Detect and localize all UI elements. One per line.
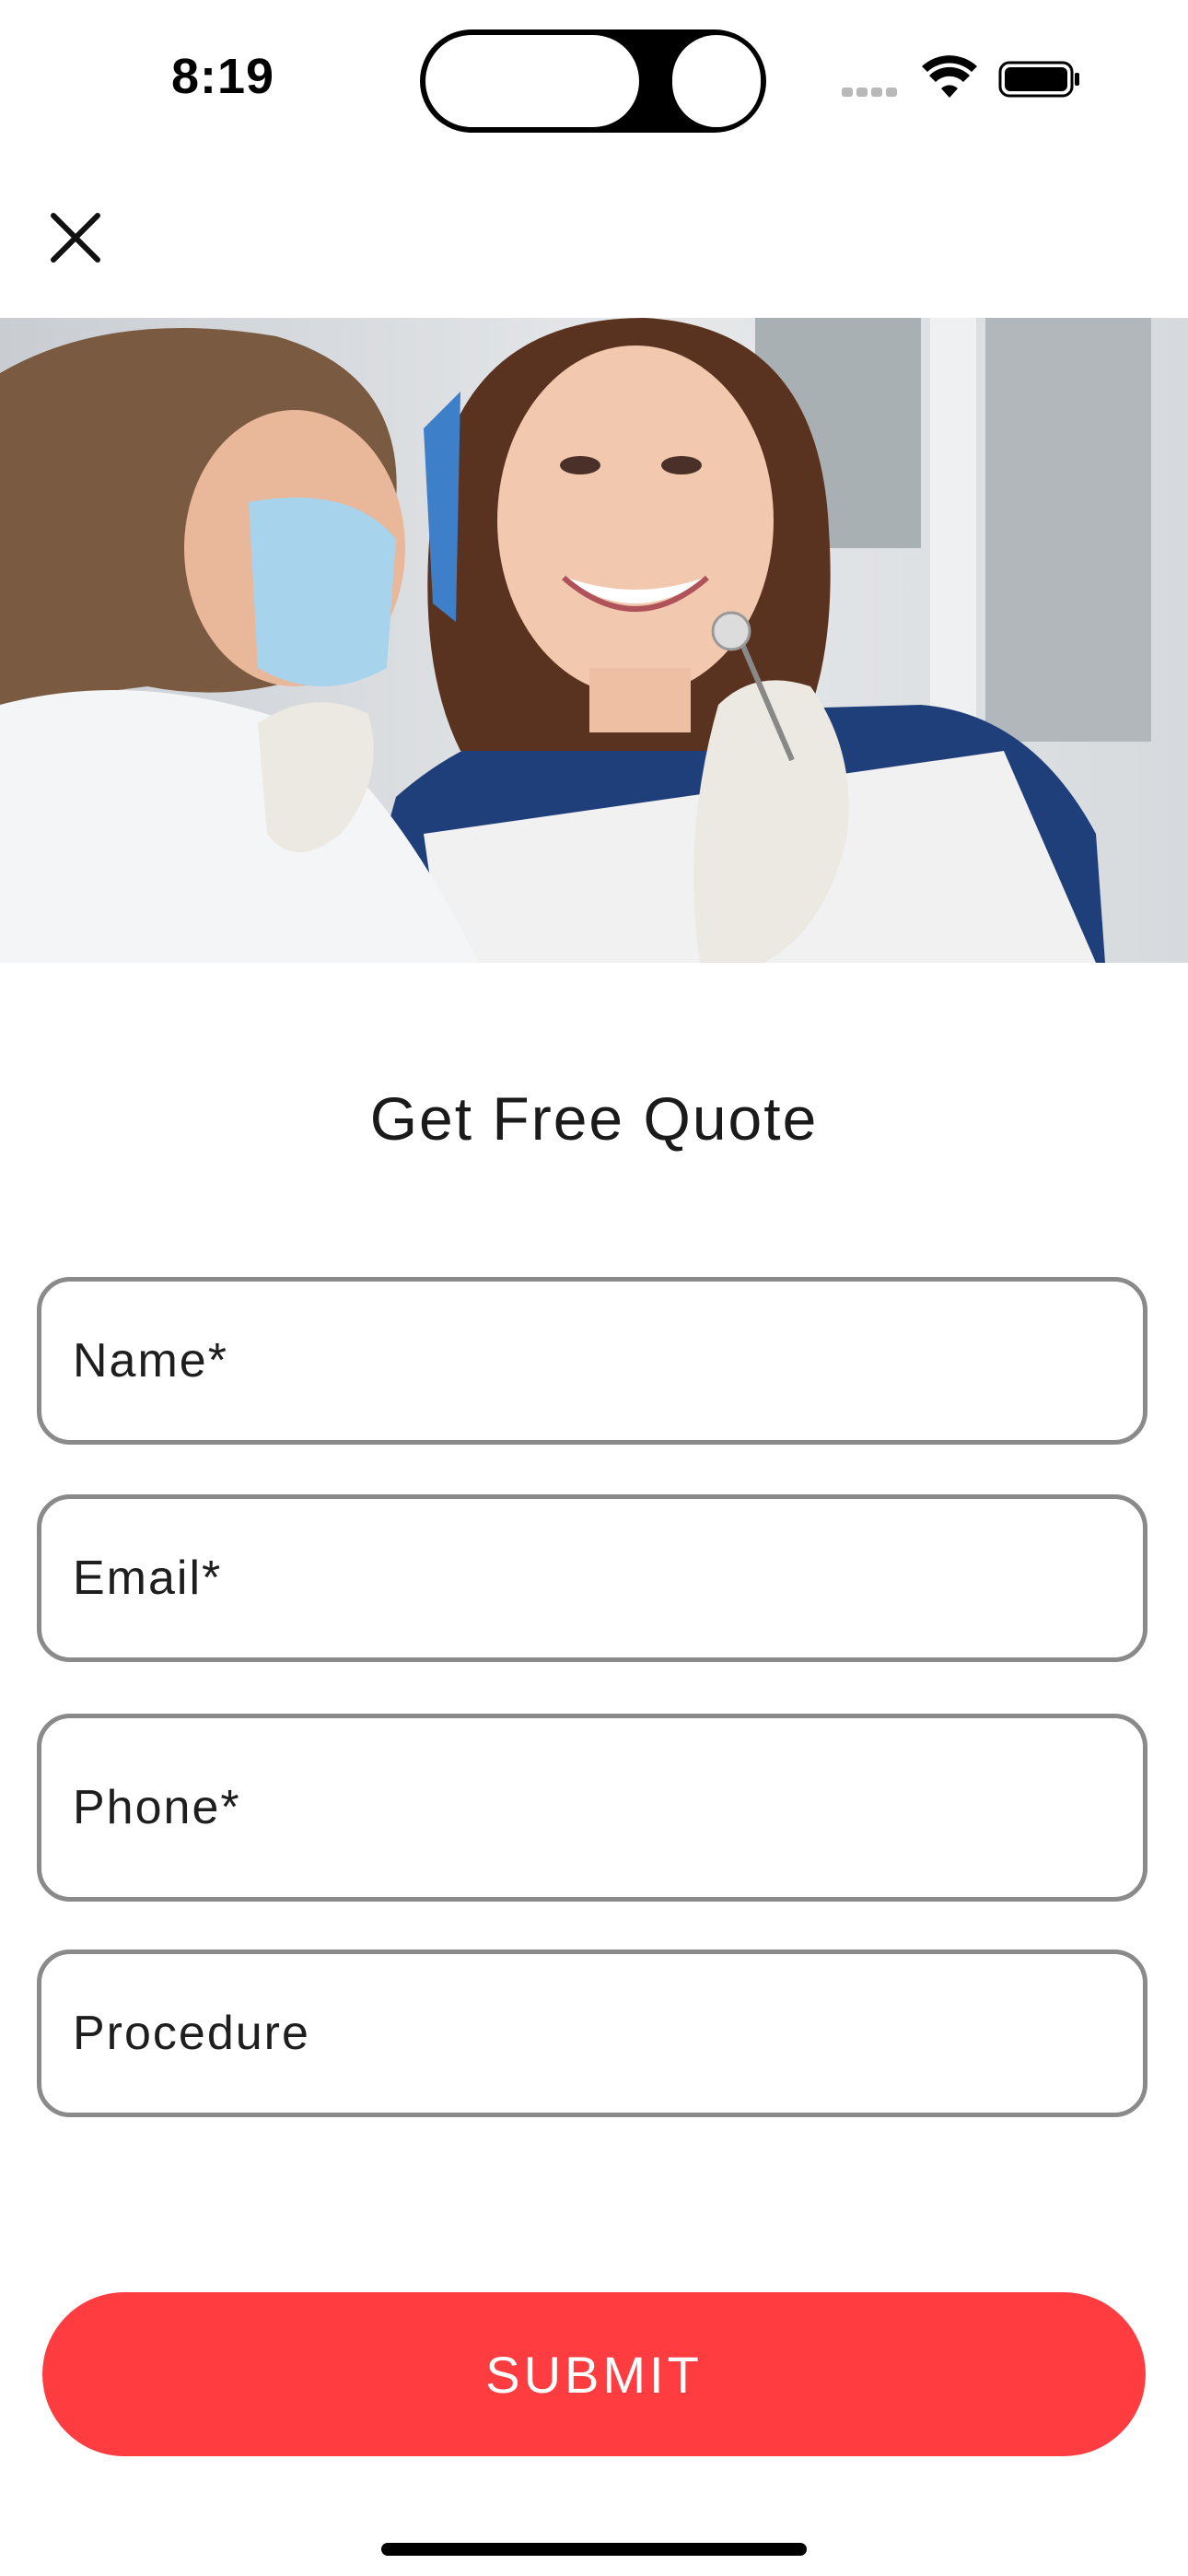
email-field[interactable]: Email*	[37, 1494, 1147, 1662]
phone-field-label: Phone*	[73, 1781, 241, 1834]
phone-field[interactable]: Phone*	[37, 1714, 1147, 1902]
wifi-icon	[922, 55, 977, 98]
home-indicator[interactable]	[381, 2543, 807, 2556]
hero-image	[0, 318, 1188, 963]
dynamic-island	[420, 29, 766, 133]
close-button[interactable]	[37, 199, 114, 276]
email-field-label: Email*	[73, 1551, 223, 1605]
battery-icon	[998, 61, 1079, 98]
dynamic-island-pill	[425, 35, 639, 127]
status-time: 8:19	[171, 49, 275, 104]
dynamic-island-dot	[672, 35, 761, 127]
cellular-signal-icon	[842, 85, 906, 98]
name-field-label: Name*	[73, 1334, 228, 1388]
name-field[interactable]: Name*	[37, 1277, 1147, 1445]
submit-button[interactable]: SUBMIT	[42, 2292, 1146, 2456]
procedure-field-label: Procedure	[73, 2007, 310, 2060]
procedure-field[interactable]: Procedure	[37, 1950, 1147, 2117]
status-bar: 8:19	[0, 0, 1188, 157]
form-title: Get Free Quote	[369, 1084, 819, 1153]
close-icon	[51, 213, 100, 263]
